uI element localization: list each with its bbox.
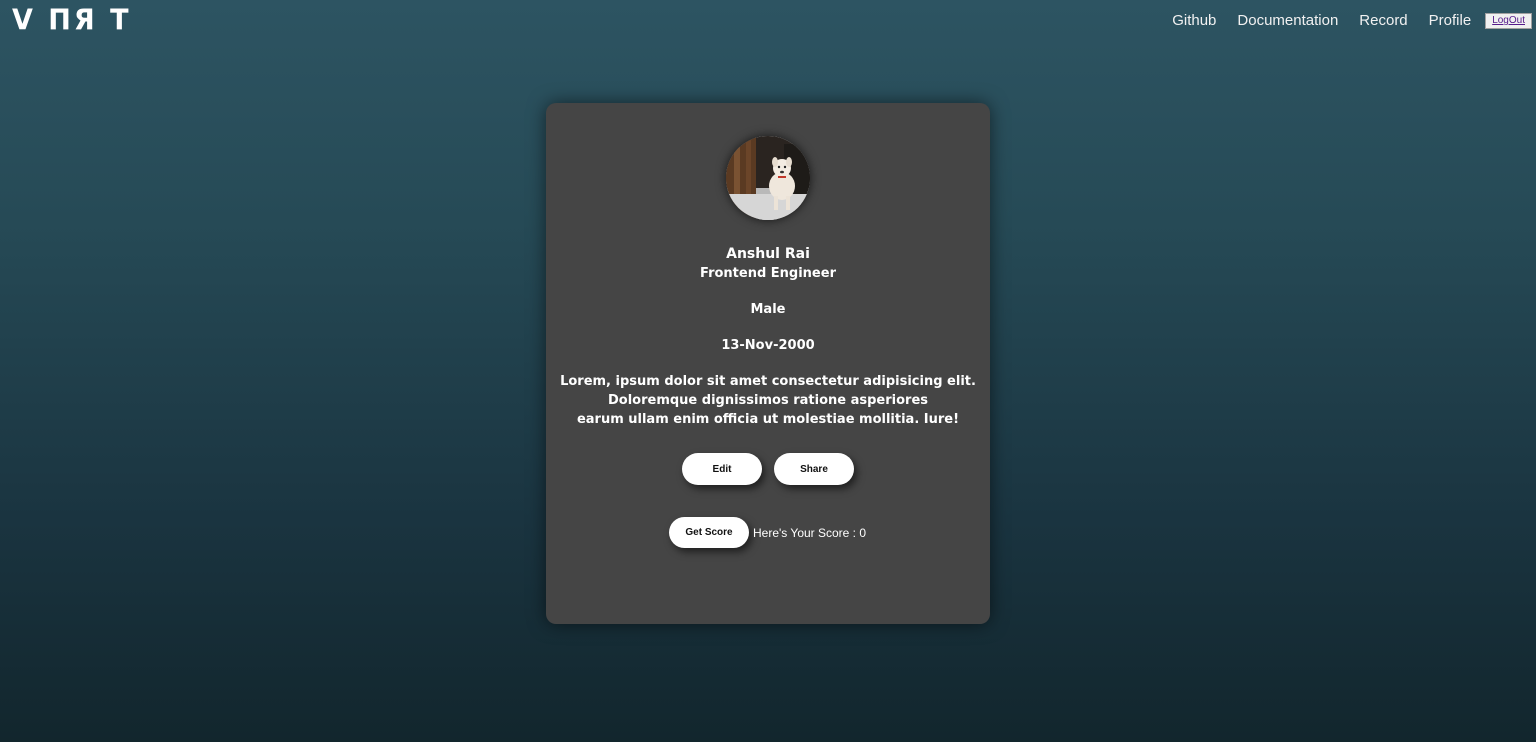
app-logo[interactable]: V ПЯ T bbox=[12, 4, 132, 37]
bio-line: Lorem, ipsum dolor sit amet consectetur … bbox=[560, 374, 976, 389]
logout-button[interactable]: LogOut bbox=[1485, 13, 1532, 29]
logo-text: V ПЯ T bbox=[12, 4, 132, 37]
bio-line: Doloremque dignissimos ratione asperiore… bbox=[607, 393, 929, 408]
profile-card: Anshul Rai Frontend Engineer Male 13-Nov… bbox=[546, 103, 990, 624]
nav-link-documentation[interactable]: Documentation bbox=[1237, 11, 1338, 31]
profile-title: Frontend Engineer bbox=[700, 266, 836, 281]
profile-dob: 13-Nov-2000 bbox=[721, 338, 815, 353]
profile-gender: Male bbox=[750, 302, 786, 317]
avatar bbox=[726, 136, 810, 220]
profile-name: Anshul Rai bbox=[726, 246, 810, 262]
dog-photo-icon bbox=[726, 136, 810, 220]
nav-link-record[interactable]: Record bbox=[1359, 11, 1407, 31]
edit-button[interactable]: Edit bbox=[682, 453, 762, 485]
get-score-button[interactable]: Get Score bbox=[669, 517, 749, 548]
top-nav: Github Documentation Record Profile LogO… bbox=[1172, 11, 1532, 31]
nav-link-github[interactable]: Github bbox=[1172, 11, 1216, 31]
score-text: Here's Your Score : 0 bbox=[753, 526, 867, 540]
bio-line: earum ullam enim officia ut molestiae mo… bbox=[576, 412, 960, 427]
profile-bio: Lorem, ipsum dolor sit amet consectetur … bbox=[556, 372, 980, 429]
nav-link-profile[interactable]: Profile bbox=[1429, 11, 1472, 31]
share-button[interactable]: Share bbox=[774, 453, 854, 485]
